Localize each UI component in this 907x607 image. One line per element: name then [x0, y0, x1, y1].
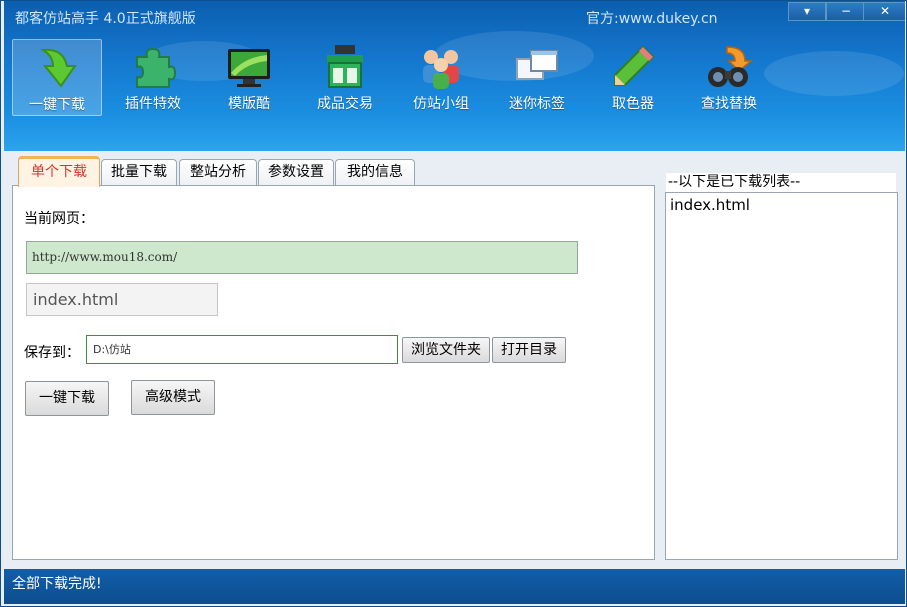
- monitor-icon: [228, 49, 270, 87]
- app-window: 都客仿站高手 4.0正式旗舰版 官方:www.dukey.cn ▾ − ✕ 一键…: [0, 0, 907, 607]
- toolbar-color-picker[interactable]: 取色器: [588, 39, 678, 116]
- cloud-decoration: [764, 51, 904, 96]
- main-content: 单个下载 批量下载 整站分析 参数设置 我的信息 当前网页： http://ww…: [4, 151, 905, 569]
- toolbar-label: 查找替换: [701, 96, 757, 112]
- toolbar-label: 模版酷: [228, 96, 270, 112]
- toolbar-label: 迷你标签: [509, 96, 565, 112]
- toolbar-label: 仿站小组: [413, 96, 469, 112]
- toolbar-label: 成品交易: [317, 96, 373, 112]
- tab-settings[interactable]: 参数设置: [258, 159, 334, 185]
- download-arrow-icon: [39, 48, 77, 88]
- tab-site-analysis[interactable]: 整站分析: [179, 159, 257, 185]
- downloaded-list-caption: --以下是已下载列表--: [666, 173, 896, 192]
- toolbar-find-replace[interactable]: 查找替换: [684, 39, 774, 116]
- toolbar-label: 插件特效: [125, 96, 181, 112]
- url-field[interactable]: http://www.mou18.com/: [26, 241, 578, 274]
- group-icon: [423, 50, 459, 89]
- toolbar-template-cool[interactable]: 模版酷: [204, 39, 294, 116]
- header-banner: 都客仿站高手 4.0正式旗舰版 官方:www.dukey.cn ▾ − ✕ 一键…: [4, 1, 905, 151]
- save-path-input[interactable]: D:\仿站: [86, 335, 398, 364]
- pencil-icon: [614, 45, 655, 86]
- tab-batch-download[interactable]: 批量下载: [101, 159, 177, 185]
- minimize-button[interactable]: −: [826, 2, 866, 21]
- downloaded-list[interactable]: index.html: [665, 192, 898, 560]
- toolbar-plugin-effects[interactable]: 插件特效: [108, 39, 198, 116]
- toolbar-label: 取色器: [612, 96, 654, 112]
- open-directory-button[interactable]: 打开目录: [492, 337, 566, 363]
- toolbar-mini-tags[interactable]: 迷你标签: [492, 39, 582, 116]
- tab-single-download[interactable]: 单个下载: [18, 156, 100, 187]
- file-name-field[interactable]: index.html: [26, 283, 218, 316]
- save-to-label: 保存到：: [24, 345, 80, 361]
- official-site-link[interactable]: 官方:www.dukey.cn: [586, 8, 718, 28]
- puzzle-icon: [136, 47, 177, 88]
- toolbar-product-trade[interactable]: 成品交易: [300, 39, 390, 116]
- windows-icon: [516, 50, 558, 80]
- shop-icon: [327, 45, 363, 88]
- app-title: 都客仿站高手 4.0正式旗舰版: [15, 11, 196, 27]
- toolbar-one-click-download[interactable]: 一键下载: [12, 39, 102, 116]
- advanced-mode-button[interactable]: 高级模式: [131, 380, 215, 415]
- browse-folder-button[interactable]: 浏览文件夹: [402, 337, 490, 363]
- binoculars-icon: [708, 46, 753, 87]
- toolbar-label: 一键下载: [29, 97, 85, 113]
- tab-my-info[interactable]: 我的信息: [335, 159, 415, 185]
- single-download-panel: 当前网页： http://www.mou18.com/ index.html 保…: [12, 185, 655, 560]
- list-item[interactable]: index.html: [670, 196, 893, 214]
- one-click-download-button[interactable]: 一键下载: [25, 381, 109, 416]
- close-button[interactable]: ✕: [863, 2, 905, 21]
- current-page-label: 当前网页：: [24, 211, 94, 227]
- status-bar: 全部下载完成!: [4, 569, 905, 604]
- toolbar-copy-group[interactable]: 仿站小组: [396, 39, 486, 116]
- menu-dropdown-button[interactable]: ▾: [788, 2, 826, 21]
